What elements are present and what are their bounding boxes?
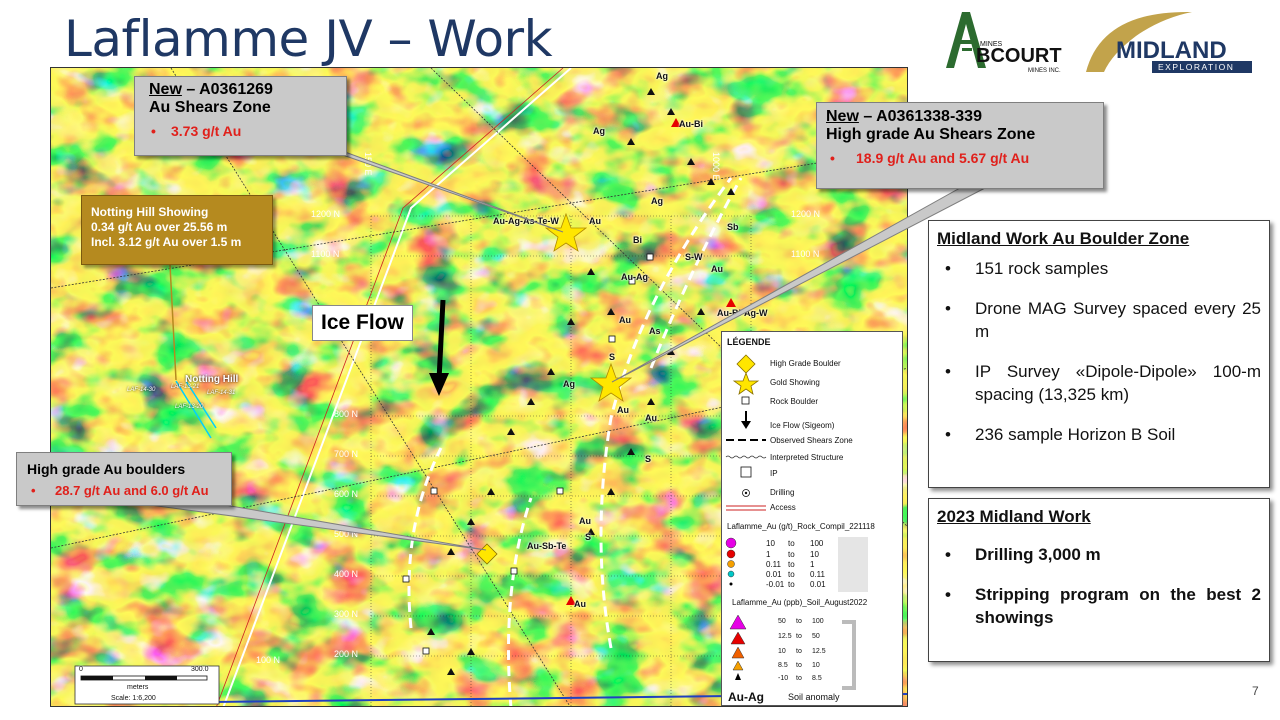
range-from: 0.01 [766,570,782,579]
range-from: 50 [778,618,786,625]
legend-rock-row: 0.01 to 0.11 [766,570,836,579]
range-max: 10 [810,550,819,559]
panel-item: 151 rock samples [937,257,1261,280]
panel-list: Drilling 3,000 m Stripping program on th… [937,543,1261,629]
range-to: to [788,580,795,589]
range-to: to [788,560,795,569]
panel-item: 236 sample Horizon B Soil [937,423,1261,446]
range-from: 12.5 [778,633,792,640]
panel-midland-work: Midland Work Au Boulder Zone 151 rock sa… [928,220,1270,488]
range-to: to [788,570,795,579]
legend-item: Observed Shears Zone [770,436,853,445]
range-from: -10 [778,675,789,682]
rock-boulder-icon [741,396,750,405]
legend-rock-row: 0.11 to 1 [766,560,836,569]
legend-soil-row: 10 to 12.5 [778,648,838,655]
range-to: to [796,648,802,655]
range-max: 10 [812,662,820,669]
high-grade-boulder-icon [736,354,756,374]
legend-soil-row: 8.5 to 10 [778,662,838,669]
legend-item: Drilling [770,488,795,497]
range-max: 100 [810,539,824,548]
callout-title: Notting Hill Showing [91,205,209,219]
range-to: to [796,662,802,669]
range-from: 10 [778,648,786,655]
ice-flow-legend-icon [741,421,751,429]
legend-rock-title: Laflamme_Au (g/t)_Rock_Compil_221118 [727,522,875,531]
range-to: to [796,618,802,625]
panel-item: Stripping program on the best 2 showings [937,583,1261,629]
callout-au-shears-zone: New – A0361269 Au Shears Zone • 3.73 g/t … [134,76,347,156]
callout-grade-text: 28.7 g/t Au and 6.0 g/t Au [55,483,209,498]
callout-line: Incl. 3.12 g/t Au over 1.5 m [91,235,242,249]
legend-item: Rock Boulder [770,397,819,406]
legend-soil-row: 12.5 to 50 [778,633,838,640]
range-from: 8.5 [778,662,788,669]
panel-item: Drone MAG Survey spaced every 25 m [937,297,1261,343]
gold-showing-icon [732,371,760,395]
legend-soil-anomaly: Soil anomaly [788,692,840,702]
legend-soil-row: -10 to 8.5 [778,675,838,682]
callout-line: 0.34 g/t Au over 25.56 m [91,220,228,234]
panel-title: Midland Work Au Boulder Zone [937,229,1190,248]
range-from: 0.11 [766,560,781,569]
range-to: to [796,675,802,682]
callout-grade: • 18.9 g/t Au and 5.67 g/t Au [830,150,1030,166]
ice-flow-label: Ice Flow [312,305,413,341]
legend-soil-row: 50 to 100 [778,618,838,625]
callout-grade-text: 18.9 g/t Au and 5.67 g/t Au [856,150,1030,166]
callout-notting-hill: Notting Hill Showing 0.34 g/t Au over 25… [81,195,273,265]
panel-list: 151 rock samples Drone MAG Survey spaced… [937,257,1261,446]
range-max: 0.01 [810,580,826,589]
callout-sample-id: – A0361269 [181,81,273,98]
callout-new-label: New [149,81,182,98]
range-from: 10 [766,539,775,548]
panel-item: IP Survey «Dipole-Dipole» 100-m spacing … [937,360,1261,406]
legend-item: High Grade Boulder [770,359,841,368]
callout-grade: • 28.7 g/t Au and 6.0 g/t Au [31,483,209,498]
legend-item: Gold Showing [770,378,820,387]
legend-rock-row: -0.01 to 0.01 [766,580,836,589]
slide: Laflamme JV – Work MINES BCOURT MINES IN… [0,0,1280,720]
panel-title: 2023 Midland Work [937,507,1091,526]
range-to: to [788,539,795,548]
range-max: 0.11 [810,570,825,579]
legend-soil-title: Laflamme_Au (ppb)_Soil_August2022 [732,598,868,607]
range-max: 12.5 [812,648,826,655]
range-max: 8.5 [812,675,822,682]
callout-grade-text: 3.73 g/t Au [171,123,242,139]
callout-title: High grade Au boulders [27,461,186,477]
range-to: to [796,633,802,640]
range-max: 1 [810,560,815,569]
callout-high-grade-boulders: High grade Au boulders • 28.7 g/t Au and … [16,452,232,506]
callout-title: Au Shears Zone [149,99,271,116]
page-number: 7 [1252,684,1259,698]
callout-grade: • 3.73 g/t Au [151,123,242,139]
callout-sample-id: – A0361338-339 [858,108,982,125]
legend-item: Ice Flow (Sigeom) [770,421,835,430]
panel-2023-work: 2023 Midland Work Drilling 3,000 m Strip… [928,498,1270,662]
range-max: 50 [812,633,820,640]
callout-title: High grade Au Shears Zone [826,126,1036,143]
range-max: 100 [812,618,824,625]
legend-rock-row: 1 to 10 [766,550,836,559]
legend-au-ag-label: Au-Ag [728,690,764,704]
range-to: to [788,550,795,559]
ip-icon [740,466,752,478]
legend-item: Interpreted Structure [770,453,844,462]
legend-rock-row: 10 to 100 [766,539,836,548]
legend-item: IP [770,469,778,478]
map-legend: LÉGENDE High Grade Boulder Gold Showing … [721,331,903,706]
legend-item: Access [770,503,796,512]
callout-new-label: New [826,108,859,125]
callout-high-grade-shears: New – A0361338-339 High grade Au Shears … [816,102,1104,189]
range-from: 1 [766,550,771,559]
panel-item: Drilling 3,000 m [937,543,1261,566]
range-from: -0.01 [766,580,785,589]
